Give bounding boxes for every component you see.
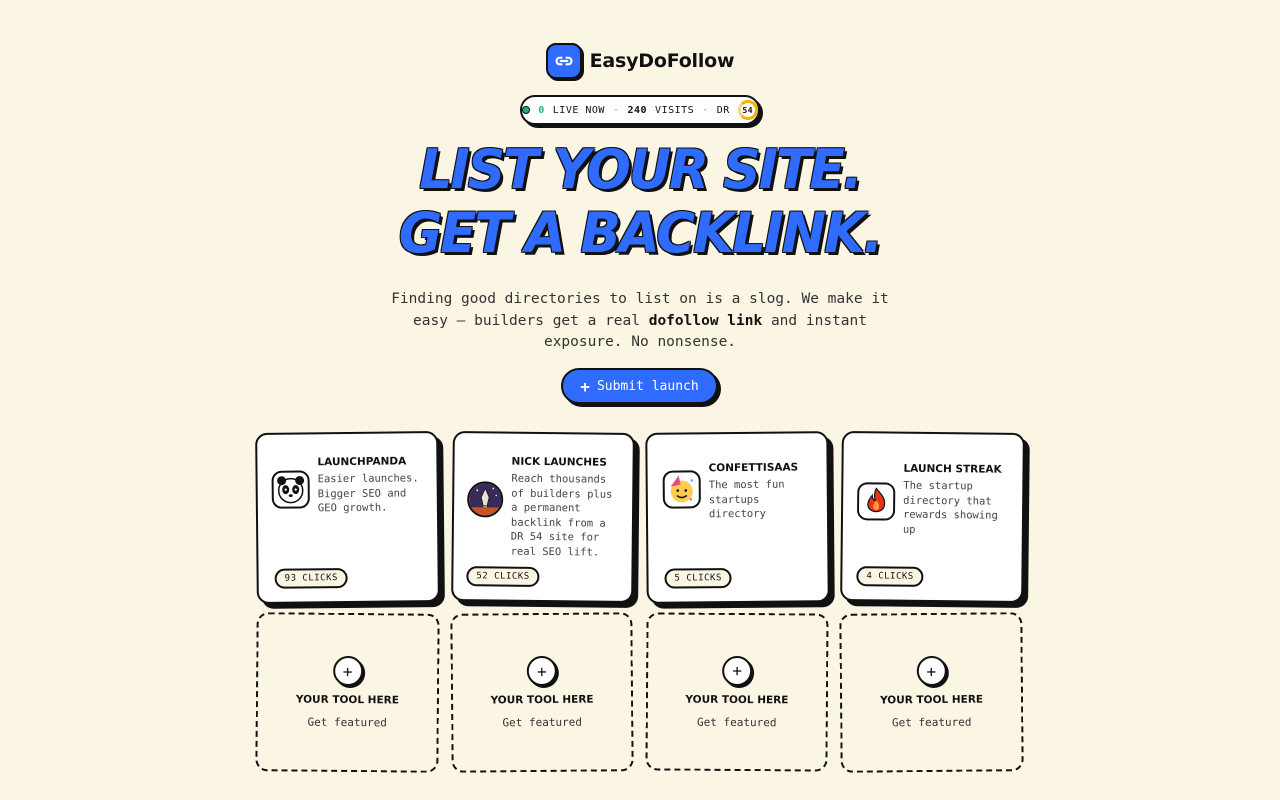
- plus-icon: +: [580, 376, 590, 396]
- featured-card[interactable]: CONFETTISAAS The most fun startups direc…: [645, 431, 830, 604]
- add-slot-icon: +: [722, 655, 753, 686]
- click-count-badge: 5 CLICKS: [664, 568, 732, 589]
- visits-label: VISITS: [655, 104, 695, 116]
- card-description: The most fun startups directory: [708, 478, 785, 521]
- brand-name: EasyDoFollow: [589, 50, 735, 72]
- visits-count: 240: [627, 104, 648, 116]
- featured-card[interactable]: LAUNCH STREAK The startup directory that…: [840, 431, 1025, 603]
- featured-card[interactable]: LAUNCHPANDA Easier launches. Bigger SEO …: [255, 431, 440, 604]
- dr-score-badge: 54: [737, 100, 758, 120]
- subtitle-bold: dofollow link: [648, 312, 763, 329]
- live-count: 0: [538, 104, 545, 116]
- card-description: The startup directory that rewards showi…: [902, 479, 998, 536]
- hero-subtitle: Finding good directories to list on is a…: [390, 289, 890, 354]
- card-title: LAUNCH STREAK: [903, 462, 1002, 476]
- flame-icon: [856, 482, 896, 521]
- party-face-icon: [662, 470, 701, 509]
- stats-pill: 0 LIVE NOW · 240 VISITS · DR 54: [520, 95, 760, 125]
- slot-subtitle: Get featured: [891, 715, 972, 730]
- empty-slot-card[interactable]: + YOUR TOOL HERE Get featured: [255, 612, 440, 773]
- click-count-badge: 93 CLICKS: [274, 567, 349, 589]
- add-slot-icon: +: [526, 655, 557, 687]
- live-indicator-icon: [522, 106, 531, 114]
- submit-launch-label: Submit launch: [596, 378, 699, 394]
- dr-label: DR: [716, 104, 730, 116]
- card-description: Easier launches. Bigger SEO and GEO grow…: [317, 472, 419, 515]
- card-title: NICK LAUNCHES: [511, 455, 607, 469]
- click-count-badge: 4 CLICKS: [856, 566, 924, 587]
- card-description: Reach thousands of builders plus a perma…: [510, 472, 613, 559]
- slot-title: YOUR TOOL HERE: [490, 693, 594, 707]
- hero-headline-line1: LIST YOUR SITE.: [419, 138, 862, 202]
- slot-subtitle: Get featured: [502, 715, 583, 730]
- rocket-icon: [466, 481, 504, 518]
- link-icon: [545, 43, 582, 79]
- submit-launch-button[interactable]: + Submit launch: [561, 368, 718, 404]
- add-slot-icon: +: [916, 655, 947, 687]
- slot-subtitle: Get featured: [307, 715, 388, 730]
- card-title: LAUNCHPANDA: [317, 455, 407, 469]
- click-count-badge: 52 CLICKS: [466, 566, 540, 587]
- slot-subtitle: Get featured: [696, 715, 777, 729]
- empty-slot-card[interactable]: + YOUR TOOL HERE Get featured: [839, 612, 1024, 773]
- slot-title: YOUR TOOL HERE: [685, 693, 789, 706]
- card-title: CONFETTISAAS: [708, 461, 799, 475]
- panda-icon: [271, 470, 310, 509]
- separator: ·: [702, 104, 709, 116]
- slot-title: YOUR TOOL HERE: [879, 693, 984, 707]
- live-label: LIVE NOW: [552, 104, 605, 116]
- brand-header[interactable]: EasyDoFollow: [0, 43, 1280, 79]
- empty-slot-card[interactable]: + YOUR TOOL HERE Get featured: [450, 612, 634, 773]
- slot-title: YOUR TOOL HERE: [295, 693, 399, 707]
- separator: ·: [612, 104, 620, 116]
- featured-card[interactable]: NICK LAUNCHES Reach thousands of builder…: [451, 431, 635, 603]
- add-slot-icon: +: [332, 655, 363, 687]
- hero-headline-line2: GET A BACKLINK.: [398, 201, 884, 266]
- empty-slot-card[interactable]: + YOUR TOOL HERE Get featured: [645, 612, 829, 772]
